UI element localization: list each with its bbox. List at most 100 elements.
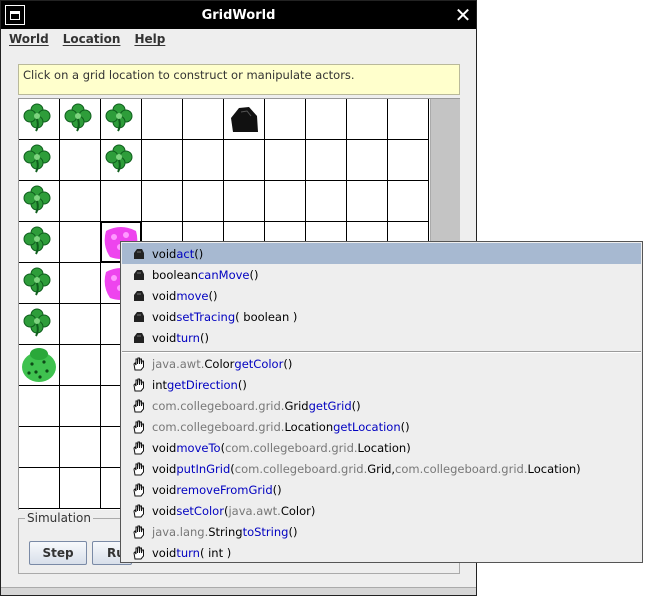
grid-cell[interactable] [306, 181, 347, 222]
menu-help[interactable]: Help [134, 32, 165, 46]
grid-cell[interactable] [19, 345, 60, 386]
menu-world[interactable]: World [9, 32, 49, 46]
hand-icon [133, 420, 144, 433]
grid-cell[interactable] [19, 222, 60, 263]
grid-cell[interactable] [183, 181, 224, 222]
grid-cell[interactable] [19, 263, 60, 304]
menu-item-putInGrid[interactable]: void putInGrid( com.collegeboard.grid. Gr… [122, 458, 641, 479]
grid-cell[interactable] [306, 140, 347, 181]
grid-cell[interactable] [60, 263, 101, 304]
flower-actor[interactable] [22, 143, 56, 177]
hand-icon [133, 504, 144, 517]
grid-cell[interactable] [19, 99, 60, 140]
grid-cell[interactable] [60, 345, 101, 386]
param-package: com.collegeboard.grid. [395, 461, 528, 476]
grid-cell[interactable] [347, 181, 388, 222]
menu-item-getColor[interactable]: java.awt. Color getColor() [122, 353, 641, 374]
menu-item-getDirection[interactable]: int getDirection() [122, 374, 641, 395]
return-type: void [152, 461, 177, 476]
menu-item-toString[interactable]: java.lang. String toString() [122, 521, 641, 542]
flower-actor[interactable] [22, 266, 56, 300]
grid-cell[interactable] [19, 140, 60, 181]
grid-cell[interactable] [142, 140, 183, 181]
grid-cell[interactable] [265, 140, 306, 181]
window-menu-icon[interactable] [5, 5, 25, 25]
grid-cell[interactable] [60, 427, 101, 468]
flower-actor[interactable] [104, 102, 138, 136]
method-name: getGrid [308, 398, 352, 413]
grid-cell[interactable] [224, 99, 265, 140]
grid-cell[interactable] [142, 181, 183, 222]
grid-cell[interactable] [60, 140, 101, 181]
hand-icon [133, 546, 144, 559]
grid-cell[interactable] [60, 222, 101, 263]
menu-item-getGrid[interactable]: com.collegeboard.grid. Grid getGrid() [122, 395, 641, 416]
param-type: Location [527, 461, 577, 476]
menu-item-setTracing[interactable]: void setTracing( boolean ) [122, 306, 641, 327]
return-type: Grid [284, 398, 309, 413]
grid-cell[interactable] [224, 140, 265, 181]
menu-item-turn[interactable]: void turn( int ) [122, 542, 641, 563]
grid-cell[interactable] [306, 99, 347, 140]
grid-cell[interactable] [60, 304, 101, 345]
grid-cell[interactable] [388, 181, 429, 222]
hand-icon [133, 357, 144, 370]
method-params: () [283, 356, 293, 371]
grid-cell[interactable] [19, 386, 60, 427]
menu-item-act[interactable]: void act() [122, 243, 641, 264]
grid-cell[interactable] [101, 181, 142, 222]
param-type: Grid, [367, 461, 396, 476]
return-type: Location [284, 419, 334, 434]
bug-actor[interactable] [20, 346, 56, 382]
menu-item-removeFromGrid[interactable]: void removeFromGrid() [122, 479, 641, 500]
return-type: Color [204, 356, 235, 371]
status-strip [1, 587, 476, 595]
menu-location[interactable]: Location [63, 32, 121, 46]
grid-cell[interactable] [101, 99, 142, 140]
grid-cell[interactable] [60, 386, 101, 427]
menu-item-setColor[interactable]: void setColor( java.awt. Color ) [122, 500, 641, 521]
flower-actor[interactable] [63, 102, 97, 136]
grid-cell[interactable] [101, 140, 142, 181]
grid-cell[interactable] [19, 181, 60, 222]
menu-item-turn[interactable]: void turn() [122, 327, 641, 348]
return-type: void [152, 545, 177, 560]
hand-icon [133, 483, 144, 496]
return-type: void [152, 309, 177, 324]
close-icon[interactable]: ✕ [453, 5, 473, 25]
grid-cell[interactable] [347, 99, 388, 140]
grid-cell[interactable] [19, 468, 60, 509]
flower-actor[interactable] [22, 184, 56, 218]
hand-icon [133, 462, 144, 475]
return-type: int [152, 377, 167, 392]
flower-actor[interactable] [104, 143, 138, 177]
return-package: java.lang. [152, 524, 209, 539]
grid-cell[interactable] [183, 99, 224, 140]
grid-cell[interactable] [347, 140, 388, 181]
simulation-label: Simulation [25, 511, 93, 525]
grid-cell[interactable] [388, 140, 429, 181]
grid-cell[interactable] [19, 304, 60, 345]
menu-item-moveTo[interactable]: void moveTo( com.collegeboard.grid. Locat… [122, 437, 641, 458]
flower-actor[interactable] [22, 307, 56, 341]
flower-actor[interactable] [22, 225, 56, 259]
grid-cell[interactable] [142, 99, 183, 140]
menu-item-move[interactable]: void move() [122, 285, 641, 306]
method-name: moveTo [176, 440, 221, 455]
step-button[interactable]: Step [29, 541, 87, 565]
grid-cell[interactable] [224, 181, 265, 222]
grid-cell[interactable] [265, 99, 306, 140]
grid-cell[interactable] [265, 181, 306, 222]
method-params: () [351, 398, 361, 413]
rock-actor[interactable] [227, 102, 261, 136]
grid-cell[interactable] [60, 468, 101, 509]
grid-cell[interactable] [388, 99, 429, 140]
grid-cell[interactable] [19, 427, 60, 468]
flower-actor[interactable] [22, 102, 56, 136]
menu-item-canMove[interactable]: boolean canMove() [122, 264, 641, 285]
menu-item-getLocation[interactable]: com.collegeboard.grid. Location getLocati… [122, 416, 641, 437]
grid-cell[interactable] [60, 99, 101, 140]
grid-cell[interactable] [60, 181, 101, 222]
grid-cell[interactable] [183, 140, 224, 181]
method-name: getColor [234, 356, 284, 371]
